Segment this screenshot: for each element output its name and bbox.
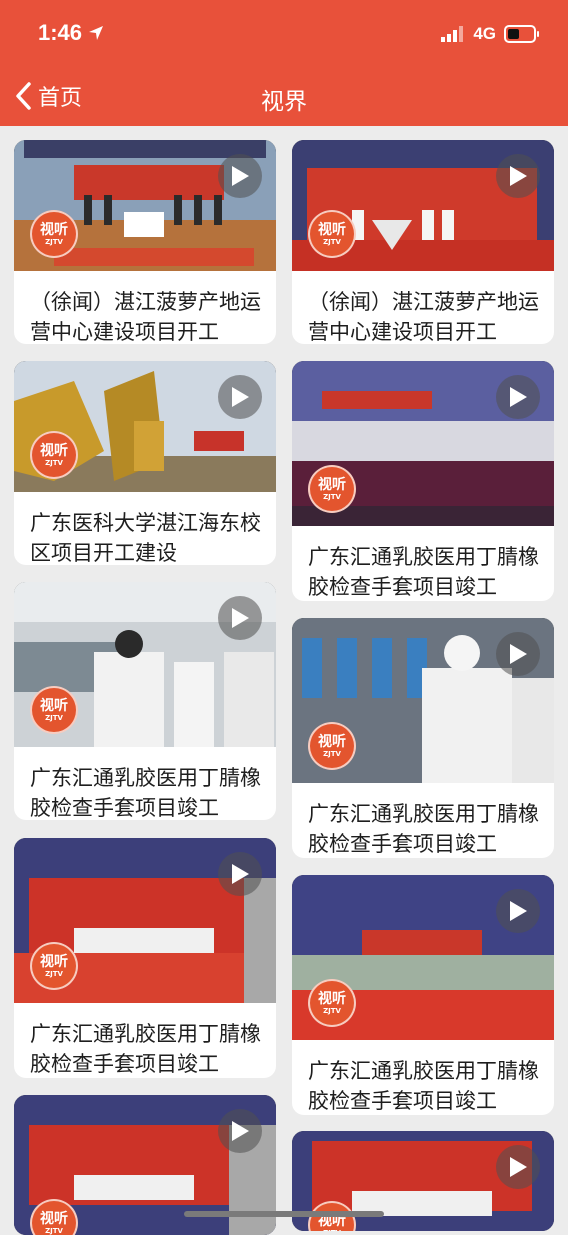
video-thumbnail: 视听 ZJTV — [14, 361, 276, 492]
signal-icon — [441, 26, 464, 42]
video-thumbnail: 视听 ZJTV — [14, 582, 276, 747]
video-title: （徐闻）湛江菠萝产地运营中心建设项目开工 — [30, 290, 261, 344]
video-thumbnail: 视听 ZJTV — [14, 140, 276, 271]
play-button[interactable] — [218, 375, 262, 419]
play-icon — [510, 1157, 527, 1177]
video-thumbnail: 视听 ZJTV — [292, 140, 554, 271]
play-icon — [510, 166, 527, 186]
station-logo: 视听 ZJTV — [308, 465, 356, 513]
video-card[interactable]: 视听 ZJTV 广东汇通乳胶医用丁腈橡胶检查手套项目竣工 — [14, 838, 276, 1078]
play-icon — [232, 387, 249, 407]
status-indicators: 4G — [441, 24, 540, 44]
play-button[interactable] — [218, 852, 262, 896]
video-title: 广东汇通乳胶医用丁腈橡胶检查手套项目竣工 — [30, 1022, 261, 1076]
play-button[interactable] — [496, 154, 540, 198]
video-card[interactable]: 视听 ZJTV 广东汇通乳胶医用丁腈橡胶检查手套项目竣工 — [292, 875, 554, 1115]
video-card[interactable]: 视听 ZJTV （徐闻）湛江菠萝产地运营中心建设项目开工 — [292, 140, 554, 344]
play-icon — [510, 901, 527, 921]
video-card[interactable]: 视听 ZJTV 广东汇通乳胶医用丁腈橡胶检查手套项目竣工 — [14, 582, 276, 820]
station-logo: 视听 ZJTV — [30, 431, 78, 479]
video-title: 广东医科大学湛江海东校区项目开工建设 — [30, 511, 261, 565]
page-title: 视界 — [261, 89, 307, 115]
play-button[interactable] — [496, 375, 540, 419]
play-button[interactable] — [496, 632, 540, 676]
play-button[interactable] — [218, 154, 262, 198]
video-card[interactable]: 视听 ZJTV 广东汇通乳胶医用丁腈橡胶检查手套项目竣工 — [292, 618, 554, 858]
play-icon — [232, 864, 249, 884]
video-title: 广东汇通乳胶医用丁腈橡胶检查手套项目竣工 — [308, 545, 539, 599]
video-title: （徐闻）湛江菠萝产地运营中心建设项目开工 — [308, 290, 539, 344]
play-icon — [510, 387, 527, 407]
play-icon — [232, 608, 249, 628]
play-icon — [232, 166, 249, 186]
station-logo: 视听 ZJTV — [308, 979, 356, 1027]
play-icon — [510, 644, 527, 664]
video-thumbnail: 视听 ZJTV — [292, 875, 554, 1040]
video-thumbnail: 视听 ZJTV — [292, 361, 554, 526]
battery-icon — [504, 25, 539, 43]
play-button[interactable] — [218, 1109, 262, 1153]
video-card[interactable]: 视听 ZJTV 广东汇通乳胶医用丁腈橡胶检查手套项目竣工 — [292, 361, 554, 601]
video-title: 广东汇通乳胶医用丁腈橡胶检查手套项目竣工 — [308, 802, 539, 856]
station-logo: 视听 ZJTV — [30, 942, 78, 990]
play-button[interactable] — [218, 596, 262, 640]
video-title: 广东汇通乳胶医用丁腈橡胶检查手套项目竣工 — [308, 1059, 539, 1113]
play-button[interactable] — [496, 1145, 540, 1189]
play-icon — [232, 1121, 249, 1141]
station-logo: 视听 ZJTV — [308, 722, 356, 770]
status-time-label: 1:46 — [38, 20, 83, 45]
video-card[interactable]: 视听 ZJTV 广东医科大学湛江海东校区项目开工建设 — [14, 361, 276, 565]
network-label: 4G — [473, 24, 496, 43]
video-thumbnail: 视听 ZJTV — [14, 838, 276, 1003]
station-logo: 视听 ZJTV — [30, 210, 78, 258]
home-indicator[interactable] — [184, 1211, 384, 1217]
station-logo: 视听 ZJTV — [30, 686, 78, 734]
video-card[interactable]: 视听 ZJTV （徐闻）湛江菠萝产地运营中心建设项目开工 — [14, 140, 276, 344]
station-logo: 视听 ZJTV — [308, 210, 356, 258]
play-button[interactable] — [496, 889, 540, 933]
location-arrow-icon — [89, 26, 104, 40]
top-bar: 1:46 4G 首页 视界 — [0, 0, 568, 126]
video-thumbnail: 视听 ZJTV — [292, 618, 554, 783]
video-title: 广东汇通乳胶医用丁腈橡胶检查手套项目竣工 — [30, 766, 261, 820]
status-time: 1:46 — [38, 20, 104, 46]
